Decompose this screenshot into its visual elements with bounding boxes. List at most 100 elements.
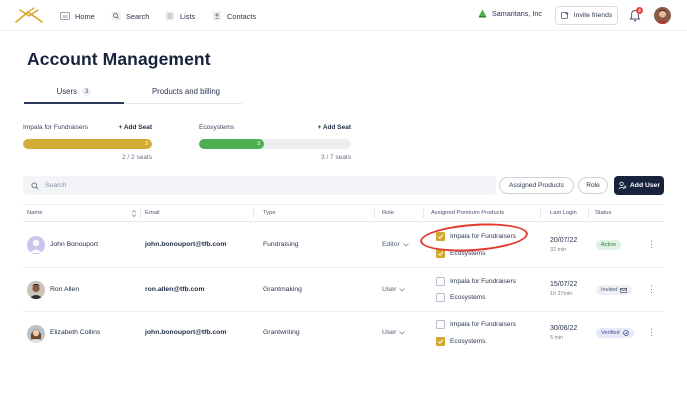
assigned-products-filter-button[interactable]: Assigned Products	[499, 177, 574, 194]
status-badge: Verified	[596, 328, 634, 338]
tab-products-label: Products and billing	[151, 87, 221, 96]
seat-product-name: Impala for Fundraisers	[23, 124, 89, 131]
search-box	[23, 176, 496, 195]
column-header-status[interactable]: Status	[595, 210, 611, 216]
seat-card-impala-fundraisers: Impala for Fundraisers + Add Seat 2 2 / …	[23, 124, 152, 161]
home-icon	[60, 11, 70, 21]
user-email: ron.allen@tfb.com	[145, 286, 205, 293]
column-divider	[423, 209, 424, 218]
users-count-badge: 3	[82, 88, 92, 96]
column-header-last-login[interactable]: Last Login	[550, 210, 577, 216]
checkbox-unchecked-icon[interactable]	[436, 293, 445, 302]
avatar	[27, 236, 45, 254]
seat-used-number: 2	[145, 141, 148, 147]
add-user-button[interactable]: Add User	[614, 176, 664, 195]
organization-name: Samaritans, Inc	[492, 9, 542, 18]
product-label: Impala for Fundraisers	[450, 278, 516, 285]
nav-contacts-label: Contacts	[227, 11, 257, 21]
chevron-down-icon	[399, 287, 406, 292]
table-row[interactable]: John Bonouport john.bonouport@tfb.com Fu…	[23, 223, 664, 268]
column-divider	[374, 209, 375, 218]
contacts-icon	[212, 11, 222, 21]
seat-product-name: Ecosystems	[199, 124, 235, 131]
seat-card-ecosystems: Ecosystems + Add Seat 3 3 / 7 seats	[199, 124, 351, 161]
tab-users[interactable]: Users 3	[24, 82, 124, 104]
seat-usage-bar: 2	[23, 139, 152, 149]
avatar	[27, 281, 45, 299]
seat-used-number: 3	[257, 141, 261, 147]
nav-lists[interactable]: Lists	[165, 9, 195, 23]
add-user-icon	[618, 181, 627, 190]
status-label: Invited	[601, 287, 618, 293]
column-divider	[253, 209, 254, 218]
avatar	[27, 325, 45, 343]
product-checkbox-ecosystems[interactable]: Ecosystems	[436, 293, 486, 302]
role-dropdown[interactable]: User	[382, 286, 406, 293]
add-seat-link[interactable]: + Add Seat	[317, 124, 351, 131]
tab-products-and-billing[interactable]: Products and billing	[130, 82, 242, 104]
row-menu-icon[interactable]: ⋮	[647, 328, 656, 337]
impala-logo-icon[interactable]	[14, 7, 44, 25]
role-value: User	[382, 286, 397, 293]
nav-home[interactable]: Home	[60, 9, 95, 23]
last-login-time: 32 min	[550, 247, 567, 253]
user-name[interactable]: Ron Allen	[50, 286, 79, 293]
product-checkbox-ecosystems[interactable]: Ecosystems	[436, 337, 486, 346]
product-checkbox-impala-fundraisers[interactable]: Impala for Fundraisers	[436, 277, 516, 286]
last-login-date: 20/07/22	[550, 237, 578, 244]
column-divider	[140, 209, 141, 218]
chevron-down-icon	[399, 330, 406, 335]
checkbox-unchecked-icon[interactable]	[436, 277, 445, 286]
top-navigation-bar: Home Search Lists Contacts Samaritans, I…	[0, 0, 687, 31]
search-input[interactable]	[45, 182, 465, 189]
add-user-label: Add User	[629, 182, 661, 189]
status-label: Active	[601, 242, 617, 248]
search-icon	[31, 181, 39, 190]
role-filter-button[interactable]: Role	[578, 177, 608, 194]
status-label: Verified	[601, 330, 620, 336]
nav-home-label: Home	[75, 11, 95, 21]
product-checkbox-impala-fundraisers[interactable]: Impala for Fundraisers	[436, 320, 516, 329]
user-email: john.bonouport@tfb.com	[145, 329, 227, 336]
organization-switcher[interactable]: Samaritans, Inc	[478, 9, 542, 18]
nav-search-label: Search	[126, 11, 150, 21]
product-label: Impala for Fundraisers	[450, 321, 516, 328]
seat-count-label: 2 / 2 seats	[122, 154, 152, 161]
role-dropdown[interactable]: Editor	[382, 241, 409, 248]
column-header-email[interactable]: Email	[145, 210, 160, 216]
last-login-time: 5 min	[550, 335, 564, 341]
nav-contacts[interactable]: Contacts	[212, 9, 256, 23]
role-dropdown[interactable]: User	[382, 329, 406, 336]
role-value: Editor	[382, 241, 400, 248]
page-title: Account Management	[27, 49, 211, 69]
sort-icon[interactable]	[131, 209, 137, 218]
checkbox-checked-icon[interactable]	[436, 337, 445, 346]
user-name[interactable]: Elizabeth Collins	[50, 329, 100, 336]
invite-friends-button[interactable]: Invite friends	[555, 6, 618, 25]
checkbox-unchecked-icon[interactable]	[436, 320, 445, 329]
seat-usage-fill: 2	[23, 139, 152, 149]
table-row[interactable]: Ron Allen ron.allen@tfb.com Grantmaking …	[23, 268, 664, 312]
seat-usage-fill: 3	[199, 139, 265, 149]
table-row[interactable]: Elizabeth Collins john.bonouport@tfb.com…	[23, 312, 664, 355]
row-menu-icon[interactable]: ⋮	[647, 285, 656, 294]
product-label: Ecosystems	[450, 338, 486, 345]
product-label: Ecosystems	[450, 294, 486, 301]
user-name[interactable]: John Bonouport	[50, 241, 98, 248]
add-seat-link[interactable]: + Add Seat	[118, 124, 152, 131]
account-tabs: Users 3 Products and billing	[24, 82, 242, 104]
column-divider	[540, 209, 541, 218]
invite-icon	[560, 12, 569, 19]
column-header-type[interactable]: Type	[263, 210, 276, 216]
search-icon	[111, 11, 121, 21]
column-header-name[interactable]: Name	[27, 210, 42, 216]
user-avatar[interactable]	[654, 7, 671, 24]
column-header-role[interactable]: Role	[382, 210, 394, 216]
seat-usage-bar: 3	[199, 139, 351, 149]
column-header-assigned-products[interactable]: Assigned Premium Products	[431, 210, 504, 216]
row-menu-icon[interactable]: ⋮	[647, 240, 656, 249]
nav-search[interactable]: Search	[111, 9, 149, 23]
column-divider	[588, 209, 589, 218]
invite-friends-label: Invite friends	[573, 12, 613, 19]
seat-count-label: 3 / 7 seats	[321, 154, 351, 161]
